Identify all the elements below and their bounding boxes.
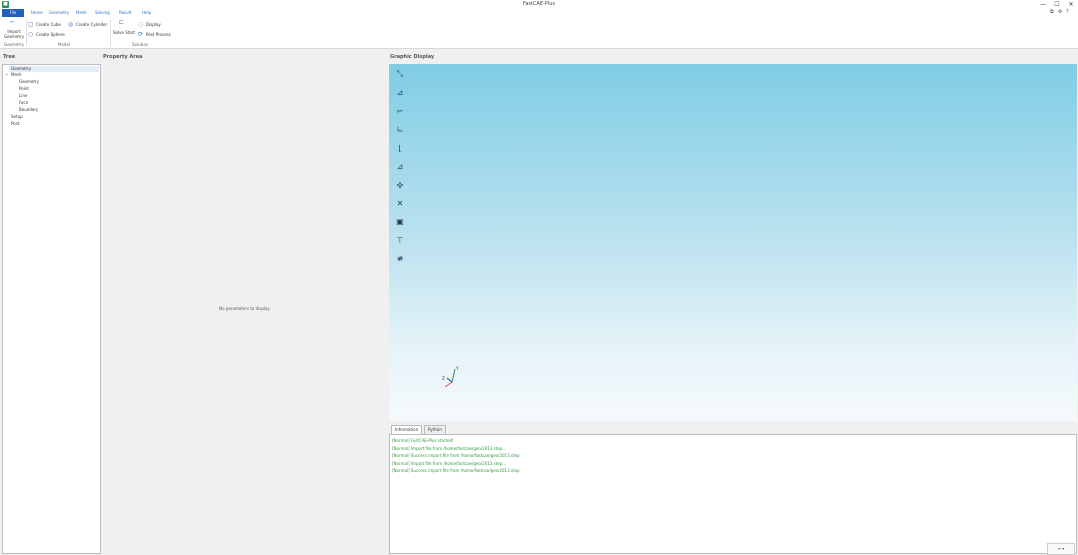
post-process-button[interactable]: Post Process xyxy=(146,32,171,37)
ribbon-group-label: Solution xyxy=(132,42,149,47)
z-axis-line xyxy=(446,377,453,383)
ribbon-separator xyxy=(110,20,111,46)
console-output xyxy=(389,434,1077,554)
create-cylinder-button[interactable]: Create Cylinder xyxy=(76,22,107,27)
tree-item-boundary[interactable]: Boundary xyxy=(19,107,38,112)
tab-information[interactable]: Information xyxy=(391,425,423,434)
graphic-display-title: Graphic Display xyxy=(390,54,435,60)
y-axis-label: Y xyxy=(455,366,459,371)
menu-bar xyxy=(0,9,1078,18)
left-view-icon[interactable]: ⊿ xyxy=(394,161,406,173)
solve-button[interactable]: Solve Start xyxy=(113,30,135,35)
tree-item-geometry[interactable]: Geometry xyxy=(11,66,31,71)
y-axis-line xyxy=(451,368,456,383)
menu-mesh[interactable]: Mesh xyxy=(76,10,87,15)
align-tool-icon[interactable]: ≢ xyxy=(394,253,406,265)
log-line: [Normal] Import file from /home/fastcae/… xyxy=(392,446,507,451)
console-tab-bar xyxy=(389,424,1077,434)
menu-home[interactable]: Home xyxy=(31,10,43,15)
log-line: [Normal] FastCAE-Plus started! xyxy=(392,438,454,443)
point-tool-icon[interactable]: ⊤ xyxy=(394,235,406,247)
log-line: [Normal] Success import file from /home/… xyxy=(392,453,520,458)
tree-item-mesh-geometry[interactable]: Geometry xyxy=(19,79,39,84)
bottom-view-icon[interactable]: ⌊ xyxy=(394,143,406,155)
ribbon-separator xyxy=(26,20,27,46)
settings-icon[interactable]: ⚙ xyxy=(1058,9,1062,15)
log-line: [Normal] Import file from /home/fastcae/… xyxy=(392,461,507,466)
post-process-icon: ⟳ xyxy=(138,31,144,38)
ribbon-group-label: Model xyxy=(58,42,71,47)
import-geometry-icon: ⌐ xyxy=(10,19,16,26)
iso-view-icon[interactable]: ✕ xyxy=(394,198,406,210)
fit-view-icon[interactable]: ⤡ xyxy=(394,68,406,80)
console-menu-button[interactable]: ≡ ▾ xyxy=(1047,543,1075,555)
log-line: [Normal] Success import file from /home/… xyxy=(392,468,520,473)
menu-solving[interactable]: Solving xyxy=(95,10,110,15)
solve-icon: ⊏ xyxy=(119,19,125,26)
sphere-icon: ○ xyxy=(28,31,34,38)
create-sphere-button[interactable]: Create Sphere xyxy=(36,32,65,37)
ribbon-group-label: Geometry xyxy=(4,42,24,47)
menu-result[interactable]: Result xyxy=(119,10,131,15)
front-view-icon[interactable]: ⊿ xyxy=(394,87,406,99)
display-button[interactable]: Display xyxy=(146,22,161,27)
property-empty-message: No parameters to display xyxy=(219,306,270,311)
menu-geometry[interactable]: Geometry xyxy=(49,10,69,15)
tree-item-post[interactable]: Post xyxy=(11,121,19,126)
right-view-icon[interactable]: ✣ xyxy=(394,180,406,192)
tree-panel xyxy=(2,64,101,554)
tree-item-point[interactable]: Point xyxy=(19,86,29,91)
restore-icon[interactable]: ⧉ xyxy=(1050,9,1054,15)
axes-triad: Y Z xyxy=(442,366,459,388)
help-icon[interactable]: ? xyxy=(1066,9,1069,15)
tree-item-line[interactable]: Line xyxy=(19,93,27,98)
tree-panel-title: Tree xyxy=(3,54,16,60)
window-title: FastCAE-Plus xyxy=(522,1,556,7)
maximize-button[interactable]: ☐ xyxy=(1050,0,1064,9)
back-view-icon[interactable]: ⌐ xyxy=(394,106,406,118)
tree-item-face[interactable]: Face xyxy=(19,100,28,105)
z-axis-label: Z xyxy=(442,376,445,381)
close-button[interactable]: ✕ xyxy=(1064,0,1078,9)
create-cube-button[interactable]: Create Cube xyxy=(36,22,61,27)
x-axis-line xyxy=(444,381,453,388)
tree-item-mesh[interactable]: Mesh xyxy=(11,72,22,77)
import-geometry-button[interactable]: Import Geometry xyxy=(3,29,25,39)
top-view-icon[interactable]: ∟ xyxy=(394,124,406,136)
minimize-button[interactable]: — xyxy=(1036,0,1050,9)
collapse-icon[interactable]: − xyxy=(5,72,8,77)
graphic-display-viewport[interactable] xyxy=(389,64,1077,421)
cube-icon: ▢ xyxy=(28,21,34,28)
menu-help[interactable]: Help xyxy=(142,10,151,15)
tree-item-setup[interactable]: Setup xyxy=(11,114,23,119)
cylinder-icon: ◎ xyxy=(68,21,74,28)
tab-python[interactable]: Python xyxy=(424,425,446,434)
menu-file[interactable]: File xyxy=(2,9,24,17)
screenshot-icon[interactable]: ▣ xyxy=(394,216,406,228)
display-icon: ◌ xyxy=(138,21,144,28)
property-panel-title: Property Area xyxy=(103,54,143,60)
